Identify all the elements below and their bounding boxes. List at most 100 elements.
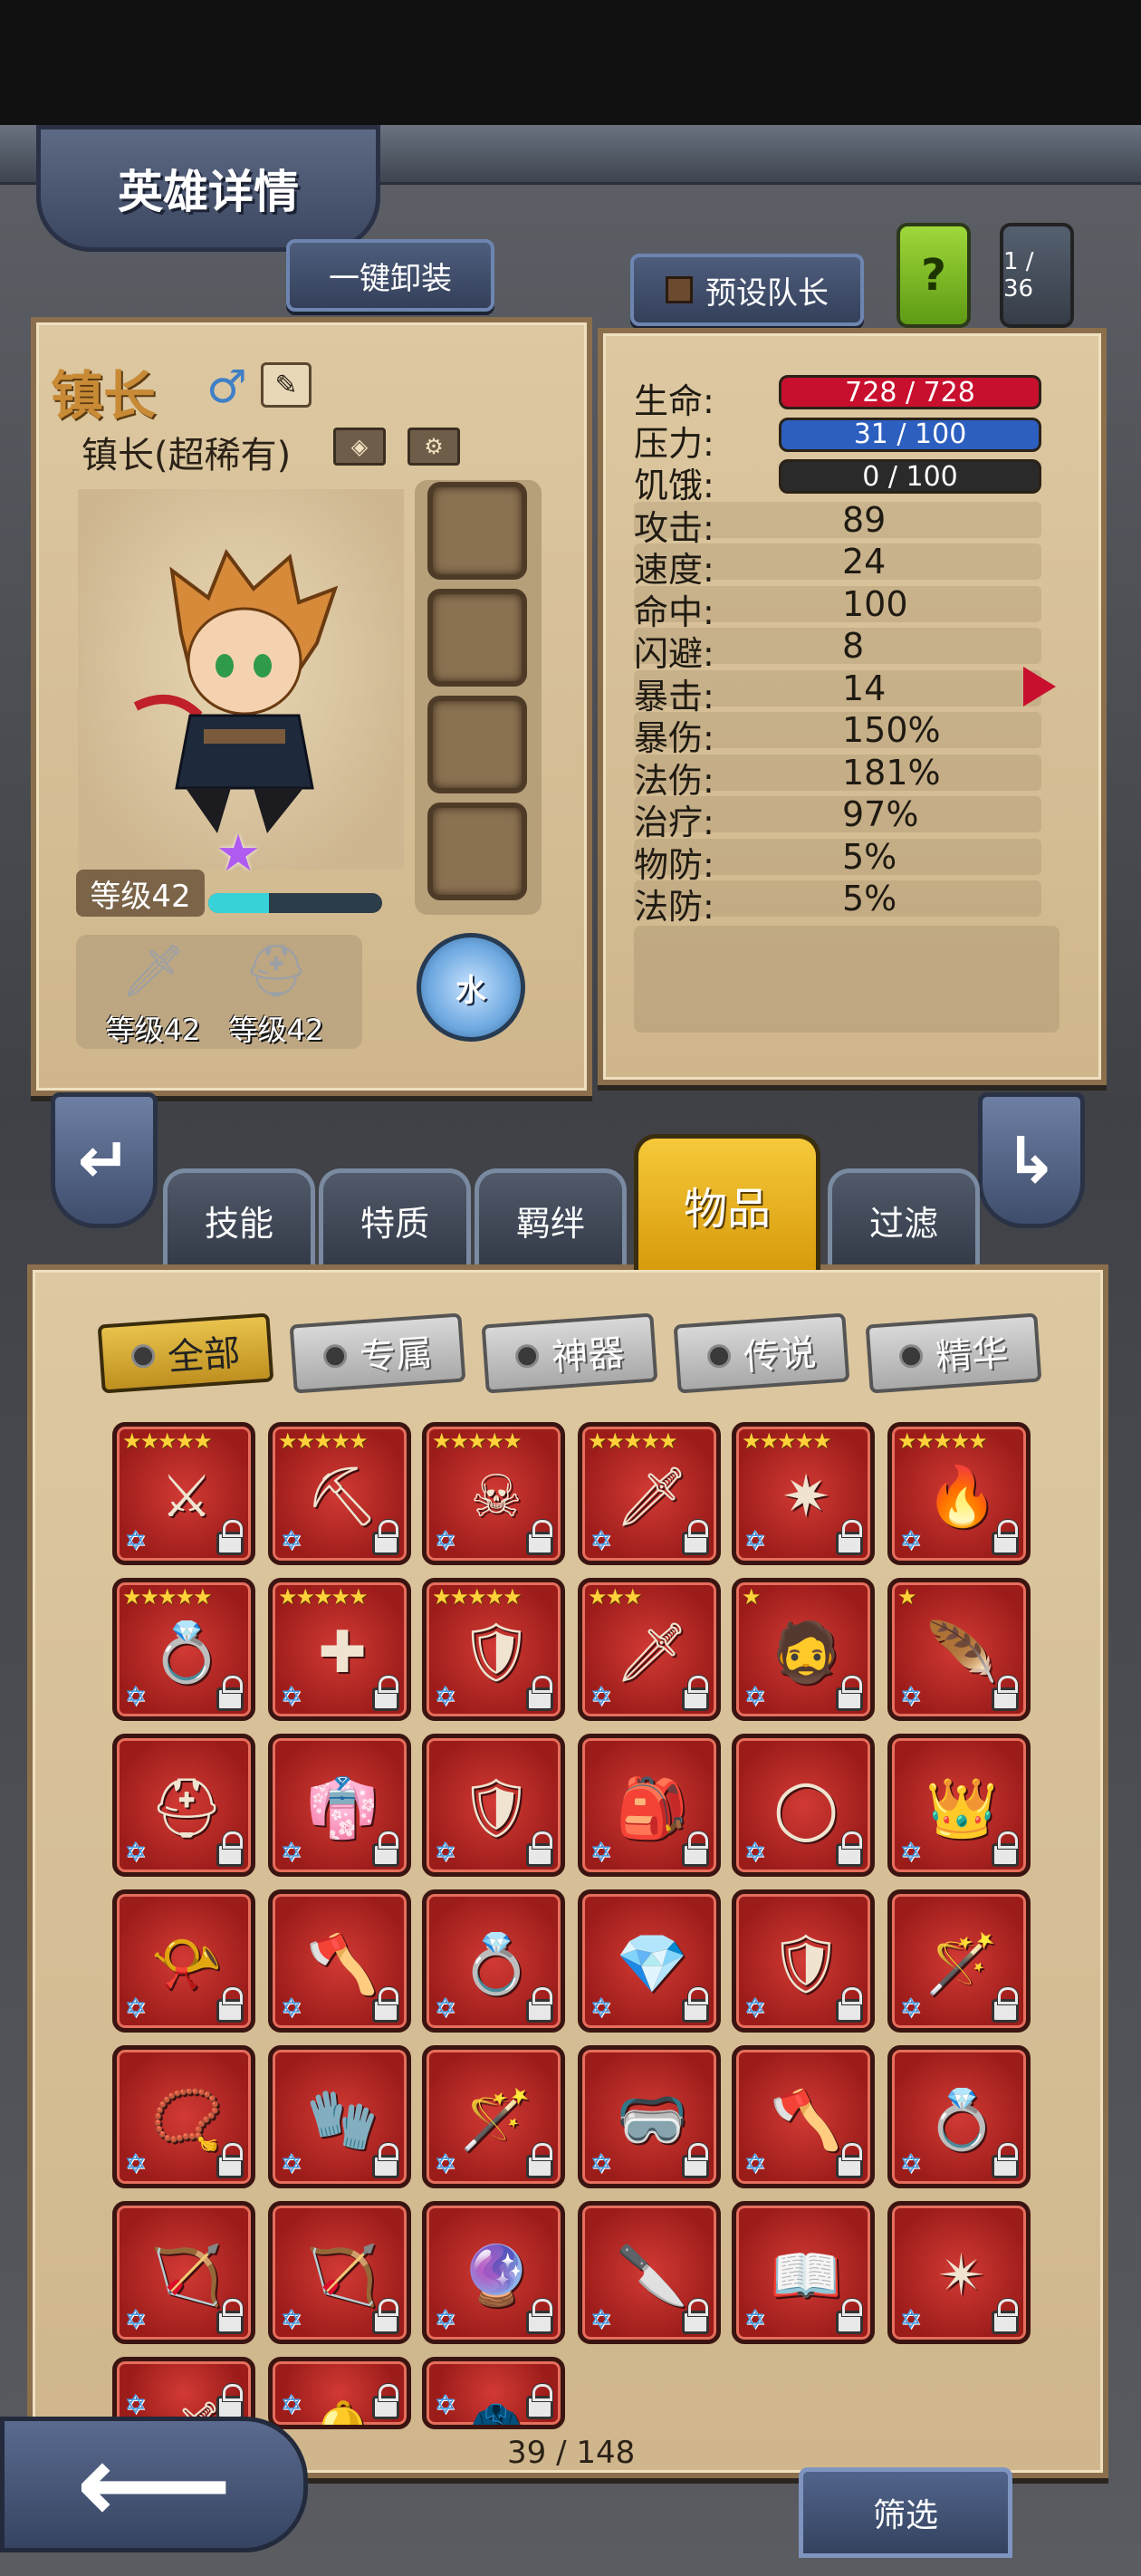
unequip-all-button[interactable]: 一键卸装: [286, 239, 494, 312]
back-button[interactable]: ⟵: [0, 2417, 308, 2552]
lock-icon[interactable]: [836, 1520, 863, 1555]
item-slot[interactable]: ★★★★★ ⛏ ✡: [268, 1422, 411, 1565]
lock-icon[interactable]: [836, 2299, 863, 2334]
tab-traits[interactable]: 特质: [319, 1168, 471, 1268]
lock-icon[interactable]: [526, 2384, 553, 2419]
equip-slot-1[interactable]: [427, 482, 527, 580]
filter-all[interactable]: 全部: [97, 1312, 274, 1394]
lock-icon[interactable]: [682, 1987, 709, 2023]
item-slot[interactable]: 💍 ✡: [887, 2045, 1031, 2188]
equip-slot-4[interactable]: [427, 803, 527, 900]
edit-name-icon[interactable]: ✎: [261, 362, 312, 408]
item-slot[interactable]: 🔔✡: [268, 2357, 411, 2429]
filter-legendary[interactable]: 传说: [673, 1312, 850, 1394]
lock-icon[interactable]: [372, 1987, 399, 2023]
help-button[interactable]: ?: [896, 223, 971, 328]
item-slot[interactable]: 👘 ✡: [268, 1734, 411, 1877]
item-slot[interactable]: ⛑ ✡: [112, 1734, 255, 1877]
item-slot[interactable]: 🛡 ✡: [422, 1734, 565, 1877]
lock-icon[interactable]: [526, 1987, 553, 2023]
lock-icon[interactable]: [372, 2384, 399, 2419]
lock-icon[interactable]: [216, 2143, 244, 2178]
filter-exclusive[interactable]: 专属: [289, 1312, 466, 1394]
item-slot[interactable]: ✴ ✡: [887, 2201, 1031, 2344]
item-slot[interactable]: 🔪 ✡: [578, 2201, 721, 2344]
prev-hero-button[interactable]: ↵: [51, 1092, 158, 1228]
lock-icon[interactable]: [372, 2143, 399, 2178]
item-slot[interactable]: 🪄 ✡: [887, 1889, 1031, 2033]
item-slot[interactable]: 🪄 ✡: [422, 2045, 565, 2188]
lock-icon[interactable]: [216, 2299, 244, 2334]
tab-filter[interactable]: 过滤: [828, 1168, 980, 1268]
lock-icon[interactable]: [682, 1831, 709, 1867]
lock-icon[interactable]: [682, 1520, 709, 1555]
item-slot[interactable]: ★★★★★ ☠ ✡: [422, 1422, 565, 1565]
equip-slot-3[interactable]: [427, 696, 527, 793]
lock-icon[interactable]: [526, 2299, 553, 2334]
item-slot[interactable]: 📿 ✡: [112, 2045, 255, 2188]
item-slot[interactable]: ★★★★★ ✷ ✡: [732, 1422, 875, 1565]
lock-icon[interactable]: [836, 1987, 863, 2023]
item-slot[interactable]: 🧥✡: [422, 2357, 565, 2429]
lock-icon[interactable]: [992, 1520, 1019, 1555]
item-slot[interactable]: 🔮 ✡: [422, 2201, 565, 2344]
lock-icon[interactable]: [682, 1676, 709, 1711]
lock-icon[interactable]: [992, 2299, 1019, 2334]
lock-icon[interactable]: [216, 1676, 244, 1711]
item-slot[interactable]: 👑 ✡: [887, 1734, 1031, 1877]
item-slot[interactable]: ★ 🪶 ✡: [887, 1578, 1031, 1721]
tab-items[interactable]: 物品: [634, 1134, 820, 1270]
item-slot[interactable]: 🎒 ✡: [578, 1734, 721, 1877]
next-hero-button[interactable]: ↳: [978, 1092, 1085, 1228]
item-slot[interactable]: 🧤 ✡: [268, 2045, 411, 2188]
lock-icon[interactable]: [526, 2143, 553, 2178]
tab-skills[interactable]: 技能: [163, 1168, 315, 1268]
sift-button[interactable]: 筛选: [799, 2467, 1012, 2558]
stats-expand-arrow[interactable]: [1023, 667, 1056, 706]
role-info-icon[interactable]: ⚙: [408, 428, 460, 466]
lock-icon[interactable]: [992, 1831, 1019, 1867]
lock-icon[interactable]: [836, 1676, 863, 1711]
item-slot[interactable]: 🛡 ✡: [732, 1889, 875, 2033]
equip-slot-2[interactable]: [427, 589, 527, 687]
item-slot[interactable]: 🪓 ✡: [732, 2045, 875, 2188]
lock-icon[interactable]: [992, 1987, 1019, 2023]
lock-icon[interactable]: [526, 1831, 553, 1867]
preset-leader-button[interactable]: 预设队长: [630, 254, 864, 326]
lock-icon[interactable]: [372, 1520, 399, 1555]
hero-roster-count[interactable]: 1 / 36: [1000, 223, 1074, 328]
lock-icon[interactable]: [992, 1676, 1019, 1711]
tab-bonds[interactable]: 羁绊: [475, 1168, 627, 1268]
lock-icon[interactable]: [526, 1676, 553, 1711]
lock-icon[interactable]: [372, 2299, 399, 2334]
item-slot[interactable]: 🪓 ✡: [268, 1889, 411, 2033]
item-slot[interactable]: ★★★★★ ✚ ✡: [268, 1578, 411, 1721]
lock-icon[interactable]: [682, 2299, 709, 2334]
item-slot[interactable]: 📖 ✡: [732, 2201, 875, 2344]
item-slot[interactable]: 📯 ✡: [112, 1889, 255, 2033]
lock-icon[interactable]: [372, 1831, 399, 1867]
item-slot[interactable]: ★★★★★ 🔥 ✡: [887, 1422, 1031, 1565]
item-slot[interactable]: 🥽 ✡: [578, 2045, 721, 2188]
lock-icon[interactable]: [372, 1676, 399, 1711]
class-info-icon[interactable]: ◈: [333, 428, 386, 466]
item-slot[interactable]: ★★★★★ 💍 ✡: [112, 1578, 255, 1721]
item-slot[interactable]: ★★★★★ 🛡 ✡: [422, 1578, 565, 1721]
lock-icon[interactable]: [836, 2143, 863, 2178]
item-slot[interactable]: 💍 ✡: [422, 1889, 565, 2033]
item-slot[interactable]: ◯ ✡: [732, 1734, 875, 1877]
preset-leader-checkbox[interactable]: [666, 276, 693, 303]
filter-artifact[interactable]: 神器: [481, 1312, 658, 1394]
item-slot[interactable]: 🏹 ✡: [112, 2201, 255, 2344]
weapon-slot[interactable]: 🗡 等级42: [94, 937, 212, 1051]
item-slot[interactable]: ★★★★★ ⚔ ✡: [112, 1422, 255, 1565]
item-slot[interactable]: ★★★ 🗡 ✡: [578, 1578, 721, 1721]
item-slot[interactable]: 💎 ✡: [578, 1889, 721, 2033]
lock-icon[interactable]: [682, 2143, 709, 2178]
lock-icon[interactable]: [836, 1831, 863, 1867]
item-slot[interactable]: 🏹 ✡: [268, 2201, 411, 2344]
armor-slot[interactable]: ⛑ 等级42: [217, 937, 335, 1051]
water-element-badge[interactable]: 水: [417, 933, 525, 1042]
lock-icon[interactable]: [216, 1520, 244, 1555]
lock-icon[interactable]: [992, 2143, 1019, 2178]
